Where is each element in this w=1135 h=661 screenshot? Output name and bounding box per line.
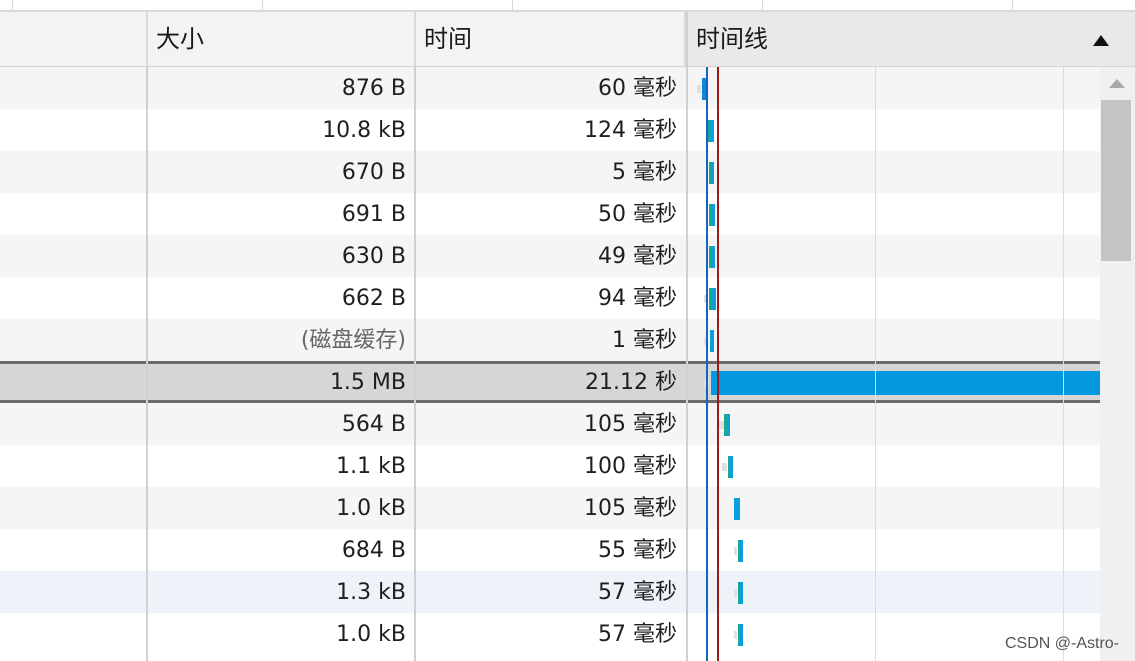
- row-name-cell: [0, 403, 146, 445]
- timeline-bar: [710, 371, 1100, 395]
- row-name-cell: [0, 613, 146, 655]
- row-name-cell: [0, 529, 146, 571]
- row-name-cell: [0, 487, 146, 529]
- row-name-cell: [0, 151, 146, 193]
- table-row[interactable]: 1.0 kB 105 毫秒: [0, 487, 1100, 529]
- timeline-bar: [711, 288, 716, 310]
- column-header-timeline-label: 时间线: [696, 25, 768, 53]
- row-size: 564 B: [341, 412, 406, 437]
- row-time: 49 毫秒: [598, 244, 677, 269]
- row-name-cell: [0, 571, 146, 613]
- column-header-time-label: 时间: [424, 25, 472, 53]
- timeline-bar: [740, 540, 744, 562]
- column-header-timeline[interactable]: 时间线: [686, 12, 1135, 66]
- row-name-cell: [0, 277, 146, 319]
- table-row[interactable]: 1.0 kB 57 毫秒: [0, 613, 1100, 655]
- toolbar-divider: [12, 0, 13, 10]
- timeline-bar: [740, 624, 744, 646]
- row-size: 684 B: [341, 538, 406, 563]
- row-time: 21.12 秒: [585, 370, 677, 395]
- scroll-thumb[interactable]: [1101, 100, 1131, 261]
- row-time: 55 毫秒: [598, 538, 677, 563]
- table-row[interactable]: 630 B 49 毫秒: [0, 235, 1100, 277]
- timeline-gridline: [1063, 67, 1064, 661]
- domcontentloaded-marker: [706, 67, 708, 661]
- row-size: 630 B: [341, 244, 406, 269]
- timeline-bar: [710, 120, 715, 142]
- request-table-body: 876 B 60 毫秒 10.8 kB 124 毫秒 670 B 5 毫秒 691 B 50 …: [0, 67, 1100, 661]
- timeline-bar: [726, 414, 731, 436]
- row-size: 10.8 kB: [322, 118, 406, 143]
- table-row[interactable]: 691 B 50 毫秒: [0, 193, 1100, 235]
- load-event-marker: [717, 67, 719, 661]
- column-header-name[interactable]: [0, 12, 148, 66]
- column-header-size-label: 大小: [156, 25, 204, 53]
- row-name-cell: [0, 193, 146, 235]
- table-row[interactable]: 564 B 105 毫秒: [0, 403, 1100, 445]
- timeline-bar: [721, 463, 727, 471]
- row-time: 57 毫秒: [598, 580, 677, 605]
- row-name-cell: [0, 319, 146, 361]
- toolbar-strip: [0, 0, 1135, 12]
- row-size: 1.0 kB: [336, 622, 406, 647]
- timeline-bar: [730, 456, 734, 478]
- timeline-bar: [710, 162, 714, 184]
- column-divider: [146, 67, 148, 661]
- column-header-time[interactable]: 时间: [416, 12, 686, 66]
- row-time: 94 毫秒: [598, 286, 677, 311]
- row-size: 662 B: [341, 286, 406, 311]
- row-size: 1.1 kB: [336, 454, 406, 479]
- row-time: 57 毫秒: [598, 622, 677, 647]
- timeline-bar: [711, 204, 715, 226]
- table-row[interactable]: 876 B 60 毫秒: [0, 67, 1100, 109]
- row-size: 876 B: [341, 76, 406, 101]
- row-name-cell: [0, 361, 146, 403]
- toolbar-divider: [262, 0, 263, 10]
- scroll-up-arrow-icon[interactable]: [1109, 79, 1125, 88]
- row-name-cell: [0, 445, 146, 487]
- row-time: 50 毫秒: [598, 202, 677, 227]
- row-size: 1.5 MB: [329, 370, 406, 395]
- table-header: 大小 时间 时间线: [0, 12, 1135, 67]
- sort-ascending-icon[interactable]: [1093, 35, 1109, 46]
- row-size: 1.0 kB: [336, 496, 406, 521]
- table-row[interactable]: 670 B 5 毫秒: [0, 151, 1100, 193]
- toolbar-divider: [762, 0, 763, 10]
- timeline-bar: [711, 246, 715, 268]
- timeline-bar: [740, 582, 744, 604]
- row-name-cell: [0, 235, 146, 277]
- table-row[interactable]: (磁盘缓存) 1 毫秒: [0, 319, 1100, 361]
- row-time: 100 毫秒: [584, 454, 677, 479]
- column-header-size[interactable]: 大小: [148, 12, 416, 66]
- row-name-cell: [0, 67, 146, 109]
- toolbar-divider: [512, 0, 513, 10]
- row-size: 1.3 kB: [336, 580, 406, 605]
- row-time: 60 毫秒: [598, 76, 677, 101]
- row-size: 670 B: [341, 160, 406, 185]
- row-time: 5 毫秒: [612, 160, 677, 185]
- table-row[interactable]: 10.8 kB 124 毫秒: [0, 109, 1100, 151]
- timeline-gridline: [875, 67, 876, 661]
- column-divider: [686, 67, 688, 661]
- table-row[interactable]: 1.5 MB 21.12 秒: [0, 361, 1100, 403]
- row-size: 691 B: [341, 202, 406, 227]
- table-row[interactable]: 684 B 55 毫秒: [0, 529, 1100, 571]
- row-time: 1 毫秒: [612, 328, 677, 353]
- table-row[interactable]: 1.1 kB 100 毫秒: [0, 445, 1100, 487]
- table-row[interactable]: 1.3 kB 57 毫秒: [0, 571, 1100, 613]
- timeline-bar: [710, 330, 714, 352]
- toolbar-divider: [1012, 0, 1013, 10]
- row-time: 105 毫秒: [584, 412, 677, 437]
- row-size: (磁盘缓存): [300, 328, 406, 353]
- timeline-bar: [719, 421, 724, 429]
- column-divider: [414, 67, 416, 661]
- row-time: 124 毫秒: [584, 118, 677, 143]
- vertical-scrollbar[interactable]: [1100, 67, 1135, 661]
- table-row[interactable]: 662 B 94 毫秒: [0, 277, 1100, 319]
- watermark: CSDN @-Astro-: [1004, 635, 1119, 652]
- timeline-bar: [697, 85, 702, 93]
- timeline-bar: [734, 498, 740, 520]
- row-name-cell: [0, 109, 146, 151]
- row-time: 105 毫秒: [584, 496, 677, 521]
